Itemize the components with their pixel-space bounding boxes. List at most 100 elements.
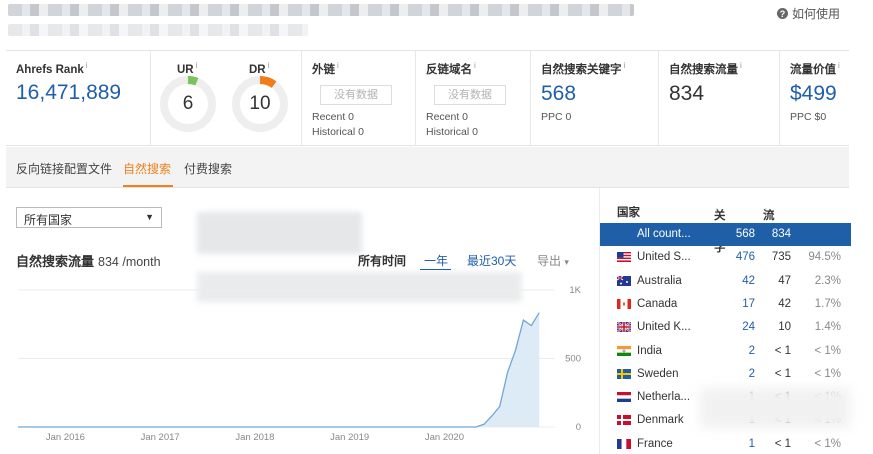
keyword-count[interactable]: 1 — [749, 438, 755, 450]
ref-domains-recent[interactable]: Recent 0 — [426, 110, 530, 125]
traffic-title: 自然搜索流量 — [16, 254, 95, 269]
keyword-count[interactable]: 2 — [749, 368, 755, 380]
info-icon[interactable]: i — [740, 61, 742, 70]
country-select[interactable]: 所有国家 ▼ — [16, 207, 162, 228]
country-name: Netherla... — [637, 391, 691, 404]
x-tick-label: Jan 2020 — [425, 432, 464, 443]
traffic-value-ppc: PPC $0 — [790, 111, 827, 123]
chart-grid — [18, 289, 555, 428]
traffic-count: < 1 — [774, 344, 791, 357]
metric-organic-keywords: 自然搜索关键字 i 568 PPC 0 — [531, 51, 659, 145]
traffic-share: < 1% — [814, 437, 841, 450]
ref-domains-historical[interactable]: Historical 0 — [426, 125, 530, 140]
dr-value: 10 — [249, 93, 271, 114]
organic-traffic-label: 自然搜索流量 — [669, 64, 738, 76]
organic-keywords-value[interactable]: 568 — [541, 82, 658, 106]
top-bar: ? 如何使用 — [0, 0, 873, 46]
tab-backlink-profile[interactable]: 反向链接配置文件 — [16, 160, 112, 177]
y-tick-label: 1K — [569, 285, 581, 296]
keyword-count[interactable]: 568 — [736, 228, 755, 240]
tab-organic-search[interactable]: 自然搜索 — [123, 160, 171, 177]
table-row[interactable]: Canada 17 42 1.7% — [600, 293, 851, 316]
traffic-count: 834 — [771, 228, 791, 240]
flag-ca-icon — [617, 298, 631, 309]
backlinks-no-data: 没有数据 — [320, 85, 392, 105]
traffic-share: < 1% — [814, 367, 841, 380]
flag-in-icon — [617, 345, 631, 356]
table-row[interactable]: United K... 24 10 1.4% — [600, 316, 851, 339]
keyword-count[interactable]: 42 — [742, 275, 755, 287]
organic-traffic-value[interactable]: 834 — [669, 82, 779, 106]
info-icon[interactable]: i — [86, 61, 88, 70]
keyword-count[interactable]: 2 — [749, 345, 755, 357]
traffic-share: 2.3% — [814, 274, 841, 287]
organic-keywords-ppc: PPC 0 — [541, 111, 572, 123]
traffic-value-value[interactable]: $499 — [790, 82, 849, 106]
ahrefs-rank-label: Ahrefs Rank — [16, 63, 84, 76]
traffic-heading: 自然搜索流量 834 /month — [16, 251, 161, 270]
keyword-count[interactable]: 476 — [736, 251, 755, 263]
country-name: Sweden — [637, 367, 679, 380]
backlinks-historical[interactable]: Historical 0 — [312, 125, 415, 140]
traffic-share: 94.5% — [808, 251, 841, 264]
flag-nl-icon — [617, 392, 631, 403]
info-icon[interactable]: i — [716, 207, 718, 216]
x-tick-label: Jan 2016 — [46, 432, 85, 443]
backlinks-recent[interactable]: Recent 0 — [312, 110, 415, 125]
info-icon[interactable]: i — [765, 207, 767, 216]
country-name: France — [637, 437, 673, 450]
organic-keywords-label: 自然搜索关键字 — [541, 64, 622, 76]
country-name: United S... — [637, 251, 691, 264]
table-row[interactable]: Australia 42 47 2.3% — [600, 270, 851, 293]
table-row[interactable]: Sweden 2 < 1 < 1% — [600, 363, 851, 386]
flag-fr-icon — [617, 438, 631, 449]
ref-domains-no-data: 没有数据 — [434, 85, 506, 105]
country-select-value: 所有国家 — [24, 213, 73, 227]
keyword-count[interactable]: 17 — [742, 298, 755, 310]
tab-paid-search[interactable]: 付费搜索 — [184, 160, 232, 177]
keyword-count[interactable]: 24 — [742, 321, 755, 333]
flag-us-icon — [617, 252, 631, 263]
traffic-share: 1.4% — [814, 321, 841, 334]
caret-down-icon: ▾ — [564, 257, 569, 267]
info-icon[interactable]: i — [196, 61, 198, 70]
table-row[interactable]: All count... 568 834 — [600, 223, 851, 247]
traffic-count: < 1 — [774, 367, 791, 380]
x-tick-label: Jan 2018 — [235, 432, 274, 443]
flag-dk-icon — [617, 415, 631, 426]
metric-backlinks: 外链 i 没有数据 Recent 0 Historical 0 — [302, 51, 416, 145]
info-icon[interactable]: i — [474, 61, 476, 70]
ur-value: 6 — [182, 93, 194, 114]
traffic-count: 47 — [778, 274, 791, 287]
flag-gb-icon — [617, 322, 631, 333]
range-all-time[interactable]: 所有时间 — [358, 252, 406, 269]
metric-traffic-value: 流量价值 i $499 PPC $0 — [780, 51, 849, 145]
info-icon[interactable]: i — [838, 61, 840, 70]
country-name: Australia — [637, 274, 682, 287]
range-last-30-days[interactable]: 最近30天 — [467, 252, 516, 269]
traffic-value-label: 流量价值 — [790, 64, 836, 76]
ref-domains-label: 反链域名 — [426, 64, 472, 76]
info-icon[interactable]: i — [268, 61, 270, 70]
help-link[interactable]: ? 如何使用 — [776, 5, 840, 22]
x-tick-label: Jan 2019 — [330, 432, 369, 443]
table-row[interactable]: France 1 < 1 < 1% — [600, 433, 851, 454]
table-row[interactable]: United S... 476 735 94.5% — [600, 246, 851, 269]
ahrefs-rank-value[interactable]: 16,471,889 — [16, 81, 150, 105]
range-one-year[interactable]: 一年 — [424, 252, 448, 269]
y-tick-label: 0 — [576, 422, 581, 433]
info-icon[interactable]: i — [337, 61, 339, 70]
metric-ahrefs-rank: Ahrefs Rank i 16,471,889 — [6, 51, 151, 145]
traffic-count: 10 — [778, 321, 791, 334]
export-button[interactable]: 导出 ▾ — [537, 252, 569, 269]
country-name: United K... — [637, 321, 691, 334]
header-country[interactable]: 国家 — [617, 204, 640, 220]
backlinks-label: 外链 — [312, 64, 335, 76]
info-icon[interactable]: i — [624, 61, 626, 70]
help-label: 如何使用 — [791, 7, 840, 21]
country-table-header: 国家 关键字i 流量i — [600, 201, 851, 254]
obscured-url-line-2 — [8, 24, 308, 36]
traffic-area — [18, 312, 540, 427]
tab-bar: 反向链接配置文件 自然搜索 付费搜索 — [6, 147, 849, 188]
table-row[interactable]: India 2 < 1 < 1% — [600, 340, 851, 363]
